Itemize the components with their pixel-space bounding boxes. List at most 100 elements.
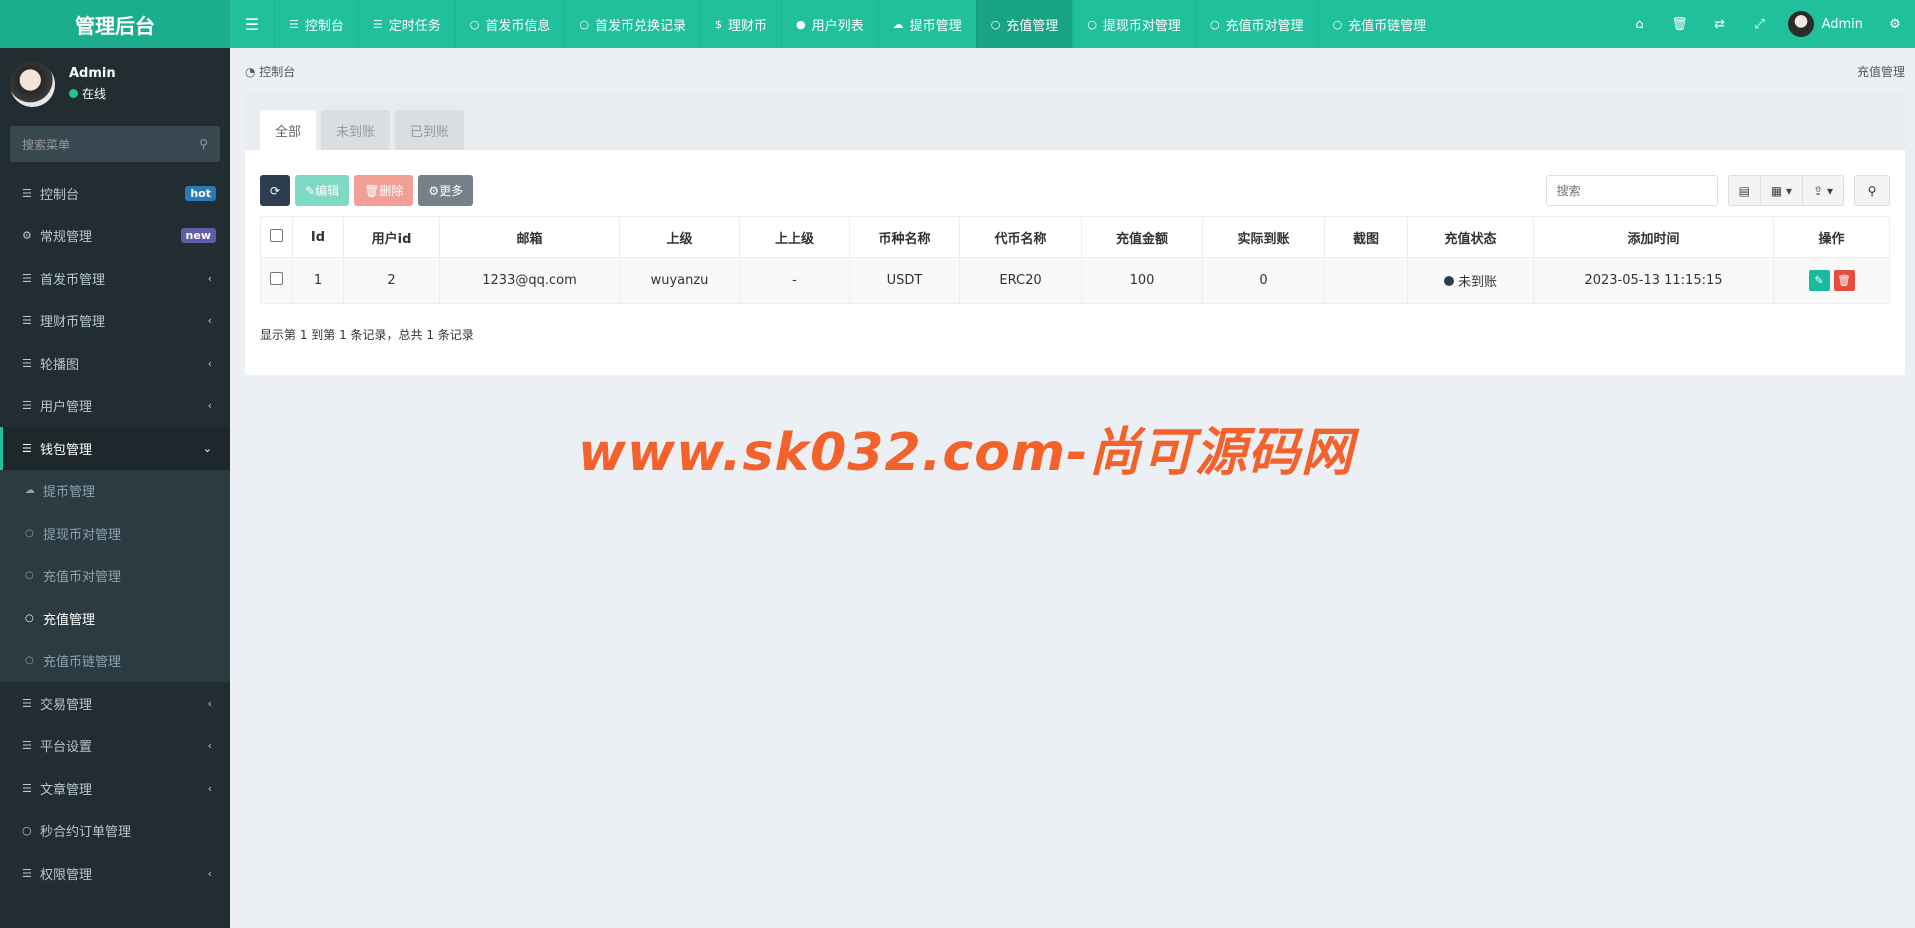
list-icon: ☰: [22, 271, 32, 285]
topnav-recharge[interactable]: ○ 充值管理: [975, 0, 1073, 48]
sidebar-item-dashboard[interactable]: ☰ 控制台 hot: [0, 172, 230, 215]
circle-icon: ○: [469, 17, 480, 31]
topnav-finance[interactable]: $ 理财币: [700, 0, 781, 48]
topnav-dashboard[interactable]: ☰ 控制台: [274, 0, 358, 48]
row-checkbox[interactable]: [260, 257, 293, 304]
filter-tabs: 全部 未到账 已到账: [245, 94, 1905, 150]
refresh-button[interactable]: ⟳: [260, 175, 291, 206]
chevron-left-icon: ‹: [207, 866, 212, 880]
cell-time: 2023-05-13 11:15:15: [1533, 257, 1774, 304]
chevron-left-icon: ‹: [207, 781, 212, 795]
cog-icon: ⚙: [428, 183, 440, 198]
topnav-recharge-pairs[interactable]: ○ 充值币对管理: [1194, 0, 1318, 48]
toggle-view-icon[interactable]: ▤: [1728, 176, 1761, 205]
search-icon[interactable]: ⚲: [199, 137, 208, 151]
list-icon: ☰: [22, 696, 32, 710]
col-parent[interactable]: 上级: [619, 216, 740, 258]
trash-icon: 🗑: [364, 183, 380, 198]
sidebar-subitem-withdraw-pairs[interactable]: ○ 提现币对管理: [0, 512, 230, 555]
sidebar-item-permissions[interactable]: ☰ 权限管理 ‹: [0, 852, 230, 895]
chevron-left-icon: ‹: [207, 314, 212, 328]
row-edit-button[interactable]: ✎: [1808, 270, 1830, 291]
cell-parent: wuyanzu: [619, 257, 740, 304]
status-dot-icon: [1443, 275, 1454, 286]
app-logo[interactable]: 管理后台: [0, 0, 230, 48]
breadcrumb-home[interactable]: ◔ 控制台: [245, 63, 295, 80]
col-amount[interactable]: 充值金额: [1081, 216, 1203, 258]
circle-icon: ○: [22, 824, 32, 838]
col-grandparent[interactable]: 上上级: [739, 216, 850, 258]
user-menu[interactable]: Admin: [1780, 11, 1875, 37]
table-row[interactable]: 1 2 1233@qq.com wuyanzu - USDT ERC20 100…: [260, 257, 1890, 304]
circle-icon: ○: [1332, 17, 1343, 31]
edit-button[interactable]: ✎ 编辑: [295, 175, 350, 206]
sidebar-subitem-withdraw[interactable]: ☁ 提币管理: [0, 470, 230, 513]
col-actual[interactable]: 实际到账: [1202, 216, 1325, 258]
cell-grandparent: -: [739, 257, 850, 304]
refresh-icon: ⟳: [270, 183, 281, 198]
tab-all[interactable]: 全部: [260, 110, 317, 150]
user-icon: ●: [796, 17, 806, 31]
recharge-table: Id 用户id 邮箱 上级 上上级 币种名称 代币名称 充值金额 实际到账 截图…: [260, 216, 1890, 304]
topnav-recharge-chains[interactable]: ○ 充值币链管理: [1317, 0, 1441, 48]
more-button[interactable]: ⚙ 更多: [418, 175, 474, 206]
list-icon: ☰: [22, 356, 32, 370]
col-coin[interactable]: 币种名称: [849, 216, 960, 258]
columns-icon[interactable]: ▦ ▾: [1760, 176, 1804, 205]
circle-icon: ○: [579, 17, 590, 31]
sidebar-item-contract-orders[interactable]: ○ 秒合约订单管理: [0, 810, 230, 853]
sidebar-item-finance[interactable]: ☰ 理财币管理 ‹: [0, 300, 230, 343]
sidebar-item-ipo[interactable]: ☰ 首发币管理 ‹: [0, 257, 230, 300]
col-id[interactable]: Id: [292, 216, 344, 258]
list-icon: ☰: [22, 186, 32, 200]
language-icon[interactable]: ⇄: [1700, 17, 1740, 32]
gears-icon[interactable]: ⚙: [1875, 17, 1915, 32]
topbar-right: ⌂ 🗑 ⇄ ⤢ Admin ⚙: [1620, 0, 1915, 48]
sidebar-subitem-recharge-chains[interactable]: ○ 充值币链管理: [0, 640, 230, 683]
delete-button[interactable]: 🗑 删除: [354, 175, 414, 206]
watermark: www.sk032.com-尚可源码网: [578, 423, 1354, 483]
sidebar-item-trade[interactable]: ☰ 交易管理 ‹: [0, 682, 230, 725]
export-icon[interactable]: ⇪ ▾: [1803, 176, 1843, 205]
fullscreen-icon[interactable]: ⤢: [1740, 17, 1780, 32]
select-all-checkbox[interactable]: [260, 216, 293, 258]
list-icon: ☰: [22, 866, 32, 880]
sidebar-item-general[interactable]: ⚙ 常规管理 new: [0, 215, 230, 258]
col-token[interactable]: 代币名称: [959, 216, 1082, 258]
col-time[interactable]: 添加时间: [1533, 216, 1774, 258]
topnav-withdraw-pairs[interactable]: ○ 提现币对管理: [1072, 0, 1195, 48]
topnav-cron[interactable]: ☰ 定时任务: [357, 0, 455, 48]
col-status[interactable]: 充值状态: [1407, 216, 1534, 258]
topnav-withdraw[interactable]: ☁ 提币管理: [877, 0, 976, 48]
sidebar-item-platform[interactable]: ☰ 平台设置 ‹: [0, 725, 230, 768]
sidebar-item-wallet[interactable]: ☰ 钱包管理 ⌄: [0, 427, 230, 470]
tab-pending[interactable]: 未到账: [321, 110, 391, 150]
chevron-down-icon: ⌄: [202, 441, 212, 455]
topnav-ipo-info[interactable]: ○ 首发币信息: [454, 0, 565, 48]
list-icon: ☰: [289, 17, 299, 31]
sidebar-subitem-recharge-pairs[interactable]: ○ 充值币对管理: [0, 555, 230, 598]
row-delete-button[interactable]: 🗑: [1833, 270, 1855, 291]
topnav-users[interactable]: ● 用户列表: [781, 0, 878, 48]
cloud-download-icon: ☁: [25, 485, 35, 497]
search-icon[interactable]: ⚲: [1854, 175, 1890, 206]
tab-arrived[interactable]: 已到账: [395, 110, 465, 150]
chevron-left-icon: ‹: [207, 399, 212, 413]
col-screenshot[interactable]: 截图: [1324, 216, 1408, 258]
breadcrumb-current: 充值管理: [1856, 64, 1905, 79]
trash-icon[interactable]: 🗑: [1660, 17, 1700, 32]
cell-email: 1233@qq.com: [439, 257, 620, 304]
sidebar-search[interactable]: 搜索菜单 ⚲: [10, 126, 220, 162]
online-status: 在线: [69, 85, 116, 102]
col-uid[interactable]: 用户id: [343, 216, 440, 258]
main-content: ◔ 控制台 充值管理 全部 未到账 已到账 ⟳ ✎编辑 🗑删除 ⚙更多 ▤ ▦ …: [245, 48, 1905, 375]
sidebar-item-users[interactable]: ☰ 用户管理 ‹: [0, 385, 230, 428]
table-search-input[interactable]: [1545, 175, 1718, 206]
sidebar-item-carousel[interactable]: ☰ 轮播图 ‹: [0, 342, 230, 385]
col-email[interactable]: 邮箱: [439, 216, 620, 258]
sidebar-item-articles[interactable]: ☰ 文章管理 ‹: [0, 767, 230, 810]
sidebar-subitem-recharge[interactable]: ○ 充值管理: [0, 597, 230, 640]
topnav-ipo-records[interactable]: ○ 首发币兑换记录: [564, 0, 700, 48]
home-icon[interactable]: ⌂: [1620, 17, 1660, 32]
bars-icon[interactable]: ☰: [230, 0, 274, 48]
